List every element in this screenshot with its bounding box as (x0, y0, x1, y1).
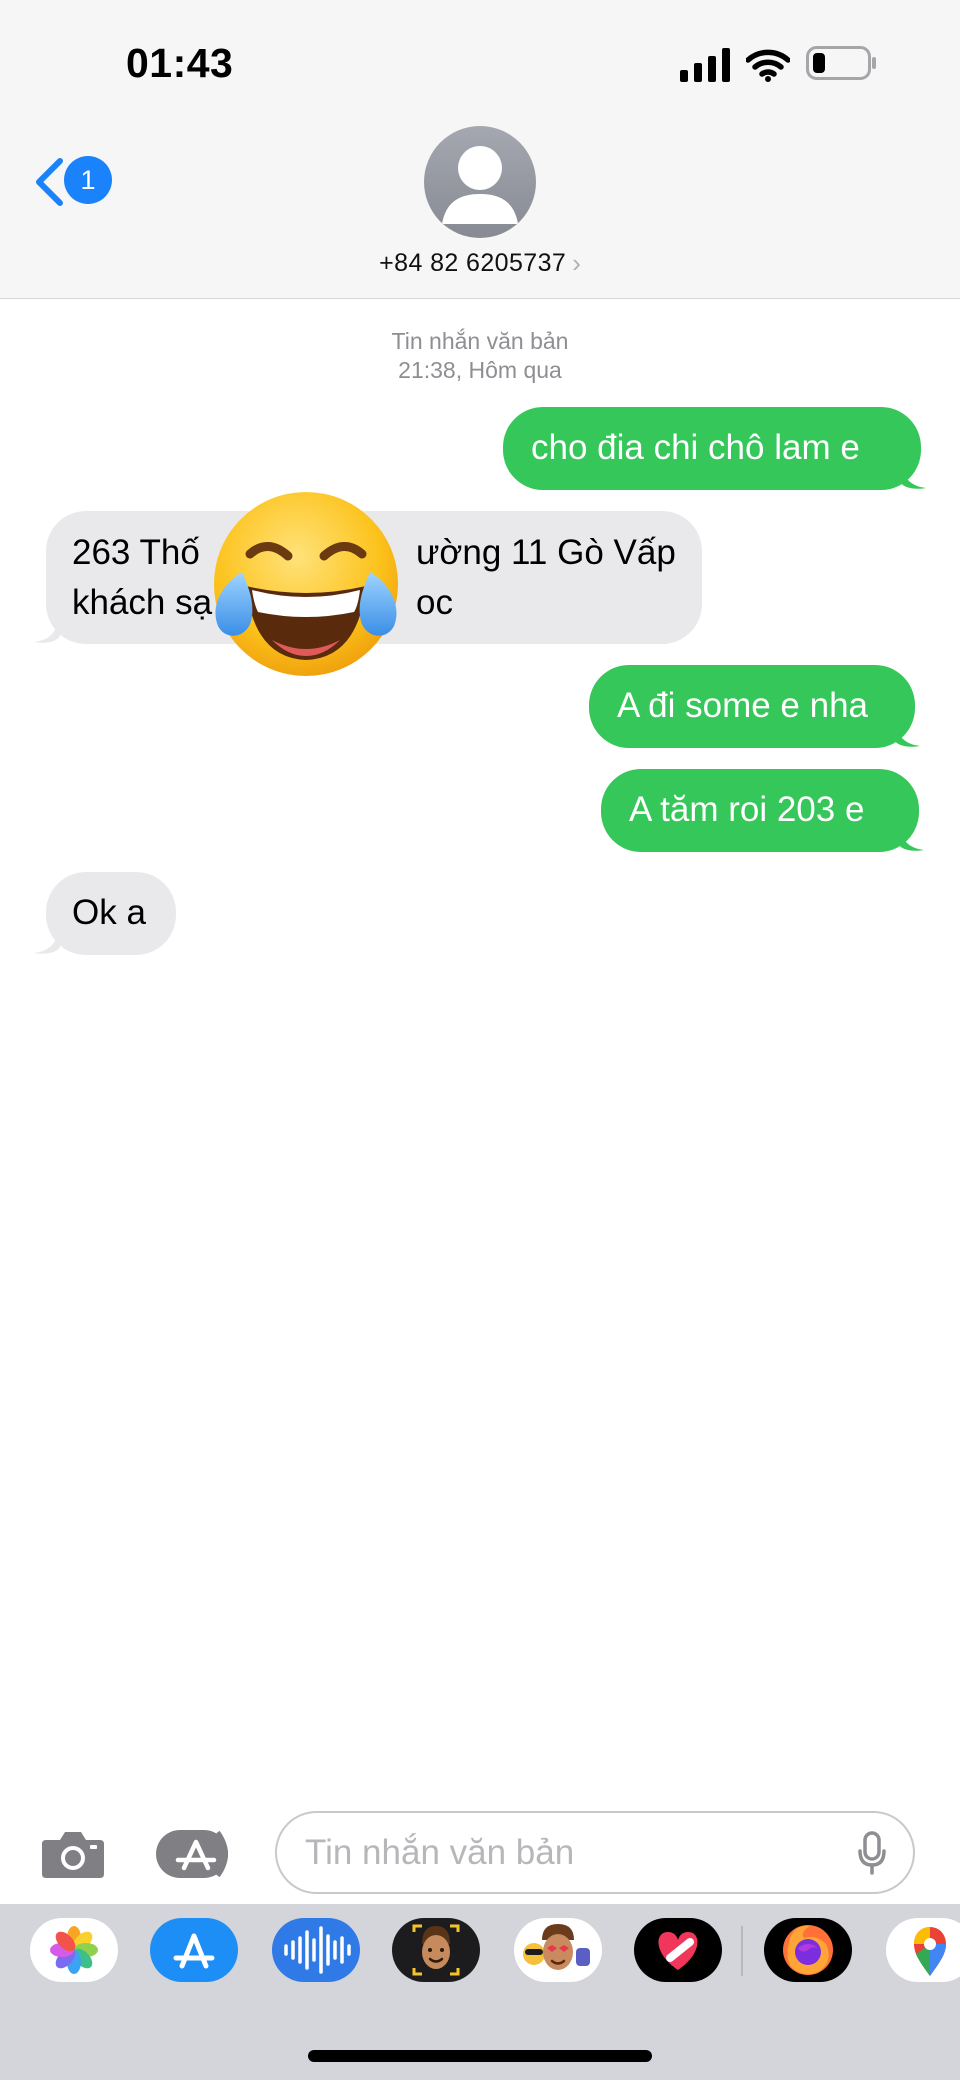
app-store-icon (156, 1830, 228, 1878)
photos-icon (50, 1926, 98, 1974)
chevron-left-icon (36, 158, 63, 206)
contact-avatar[interactable] (424, 126, 536, 238)
contact-number: +84 82 6205737 (379, 248, 567, 277)
microphone-icon[interactable] (857, 1831, 887, 1875)
message-text: A tăm roi 203 e (629, 790, 865, 829)
chevron-right-icon: › (572, 248, 581, 278)
home-indicator[interactable] (308, 2050, 652, 2062)
audio-message-app-button[interactable] (272, 1918, 360, 1982)
unread-count-badge: 1 (64, 156, 112, 204)
message-text: cho đia chi chô lam e (531, 428, 860, 467)
sent-message-bubble[interactable]: A tăm roi 203 e (601, 769, 919, 852)
google-maps-app-button[interactable] (886, 1918, 960, 1982)
back-button[interactable]: 1 (34, 154, 118, 210)
firefox-icon (783, 1925, 833, 1975)
memoji-app-button[interactable] (392, 1918, 480, 1982)
sent-message-bubble[interactable]: A đi some e nha (589, 665, 915, 748)
audio-message-icon (284, 1926, 351, 1974)
firefox-app-button[interactable] (764, 1918, 852, 1982)
app-store-icon (173, 1933, 215, 1969)
thread-timestamp: 21:38, Hôm qua (398, 357, 562, 383)
message-input[interactable]: Tin nhắn văn bản (275, 1811, 915, 1894)
received-message-bubble[interactable]: Ok a (46, 872, 176, 955)
google-maps-icon (914, 1927, 946, 1976)
message-input-placeholder: Tin nhắn văn bản (305, 1833, 575, 1872)
drawer-divider (741, 1926, 743, 1976)
message-text: ường 11 Gò Vấp (416, 533, 676, 572)
imessage-app-drawer (0, 1904, 960, 2080)
conversation-header: 01:43 1 +84 82 6205737 › (0, 0, 960, 299)
sent-message-bubble[interactable]: cho đia chi chô lam e (503, 407, 921, 490)
message-text: A đi some e nha (617, 686, 868, 725)
wifi-icon (746, 49, 790, 82)
message-text: oc (416, 583, 453, 622)
digital-touch-app-button[interactable] (634, 1918, 722, 1982)
cellular-signal-icon (680, 48, 730, 82)
camera-icon[interactable] (40, 1828, 106, 1880)
contact-details-link[interactable]: +84 82 6205737 › (280, 246, 680, 280)
status-time: 01:43 (126, 40, 234, 86)
digital-touch-icon (658, 1932, 698, 1970)
battery-icon (806, 46, 876, 80)
animoji-stickers-app-button[interactable] (514, 1918, 602, 1982)
person-silhouette-icon (442, 146, 518, 224)
message-text: khách sạ (72, 583, 213, 622)
message-text: Ok a (72, 893, 146, 932)
app-store-app-button[interactable] (150, 1918, 238, 1982)
photos-app-button[interactable] (30, 1918, 118, 1982)
message-text: 263 Thố (72, 533, 200, 572)
animoji-stickers-icon (523, 1924, 590, 1970)
face-with-tears-of-joy-icon[interactable] (208, 488, 404, 684)
app-store-drawer-button[interactable] (156, 1828, 236, 1880)
thread-label: Tin nhắn văn bản (391, 328, 569, 354)
memoji-icon (412, 1924, 460, 1976)
